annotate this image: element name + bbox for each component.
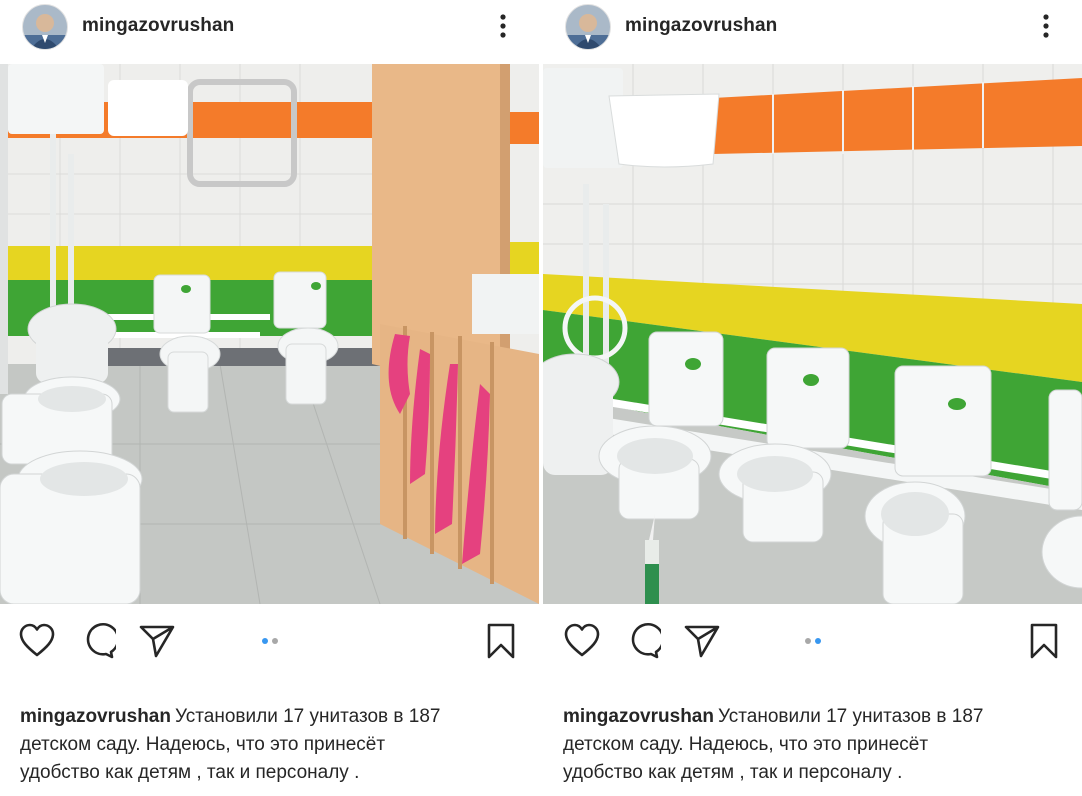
- share-icon[interactable]: [138, 622, 176, 660]
- bookmark-icon[interactable]: [1025, 622, 1063, 660]
- carousel-dots: [804, 638, 821, 644]
- post-photo[interactable]: [543, 64, 1082, 604]
- action-bar: [0, 618, 539, 666]
- post-card-2: mingazovrushan mingazovrushan Установили…: [543, 0, 1082, 796]
- comment-icon[interactable]: [78, 622, 120, 660]
- caption-username[interactable]: mingazovrushan: [563, 706, 714, 727]
- post-header: mingazovrushan: [0, 0, 539, 56]
- post-header: mingazovrushan: [543, 0, 1082, 56]
- heart-icon[interactable]: [18, 622, 56, 660]
- carousel-dots: [261, 638, 278, 644]
- comment-icon[interactable]: [623, 622, 665, 660]
- bookmark-icon[interactable]: [482, 622, 520, 660]
- caption-text-line-3: удобство как детям , так и персоналу .: [20, 762, 360, 783]
- post-caption: mingazovrushan Установили 17 унитазов в 1…: [20, 703, 520, 787]
- share-icon[interactable]: [683, 622, 721, 660]
- post-username[interactable]: mingazovrushan: [82, 15, 234, 37]
- post-username[interactable]: mingazovrushan: [625, 15, 777, 37]
- caption-text-line-2: детском саду. Надеюсь, что это принесёт: [563, 734, 929, 755]
- caption-text-line-3: удобство как детям , так и персоналу .: [563, 762, 903, 783]
- carousel-dot-active: [814, 638, 821, 644]
- carousel-dot: [271, 638, 278, 644]
- avatar[interactable]: [565, 4, 611, 50]
- heart-icon[interactable]: [563, 622, 601, 660]
- avatar[interactable]: [22, 4, 68, 50]
- post-photo[interactable]: [0, 64, 539, 604]
- more-icon[interactable]: [493, 12, 513, 40]
- carousel-dot: [804, 638, 811, 644]
- post-caption: mingazovrushan Установили 17 унитазов в 1…: [563, 703, 1063, 787]
- more-icon[interactable]: [1036, 12, 1056, 40]
- carousel-dot-active: [261, 638, 268, 644]
- caption-text-line-1: Установили 17 унитазов в 187: [174, 706, 441, 727]
- post-card-1: mingazovrushan mingazovrushan Установили…: [0, 0, 539, 796]
- caption-text-line-2: детском саду. Надеюсь, что это принесёт: [20, 734, 386, 755]
- action-bar: [543, 618, 1082, 666]
- caption-username[interactable]: mingazovrushan: [20, 706, 171, 727]
- caption-text-line-1: Установили 17 унитазов в 187: [717, 706, 984, 727]
